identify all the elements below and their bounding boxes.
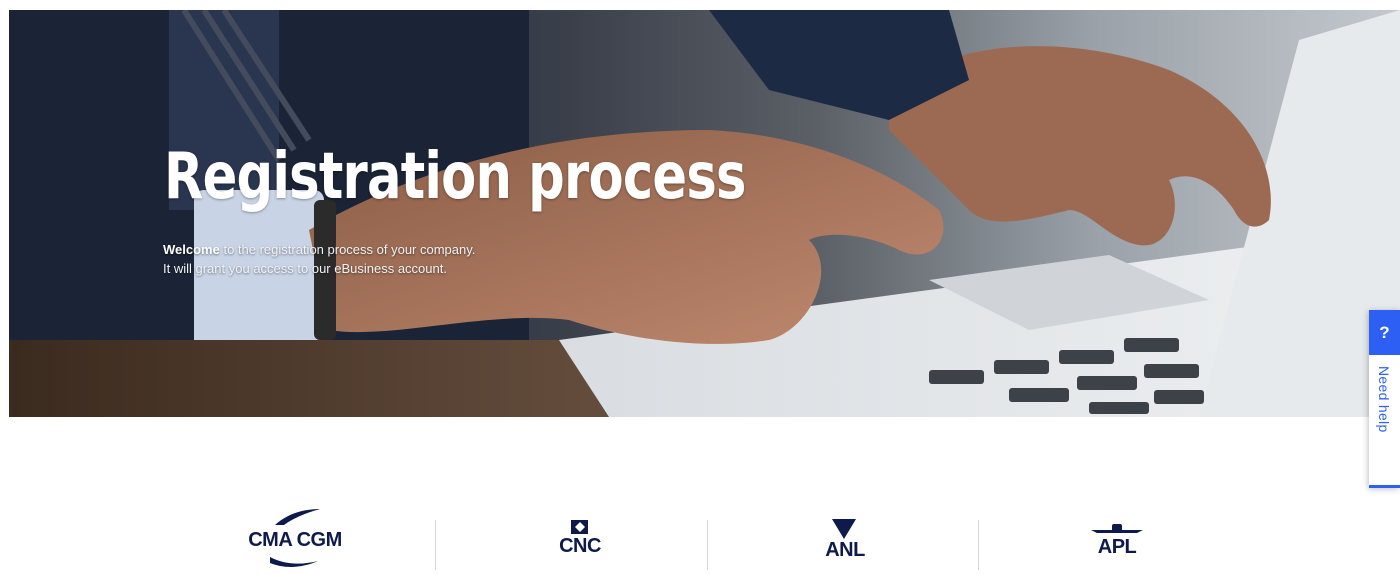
brand-cnc[interactable]: CNC (540, 505, 620, 575)
page-title: Registration process (164, 140, 746, 214)
hero-subtitle: Welcome to the registration process of y… (163, 240, 475, 278)
brand-name: CMA CGM (248, 529, 342, 551)
brand-cma-cgm[interactable]: CMA CGM (240, 505, 350, 575)
divider (707, 520, 708, 570)
welcome-line: Welcome to the registration process of y… (163, 240, 475, 259)
hero-banner: Registration process Welcome to the regi… (9, 10, 1400, 417)
brand-name: ANL (825, 539, 865, 561)
brand-apl[interactable]: APL (1077, 505, 1157, 575)
brand-anl[interactable]: ANL (805, 505, 885, 575)
brand-logos: CMA CGM CNC ANL APL (0, 505, 1400, 570)
access-line: It will grant you access to our eBusines… (163, 261, 447, 276)
need-help-tab[interactable]: ? Need help (1369, 310, 1400, 488)
need-help-label[interactable]: Need help (1376, 366, 1392, 433)
question-icon[interactable]: ? (1369, 310, 1400, 355)
welcome-text: to the registration process of your comp… (219, 242, 476, 257)
brand-name: APL (1097, 536, 1137, 558)
divider (435, 520, 436, 570)
brand-name: CNC (559, 535, 601, 557)
welcome-bold: Welcome (163, 242, 220, 257)
divider (978, 520, 979, 570)
